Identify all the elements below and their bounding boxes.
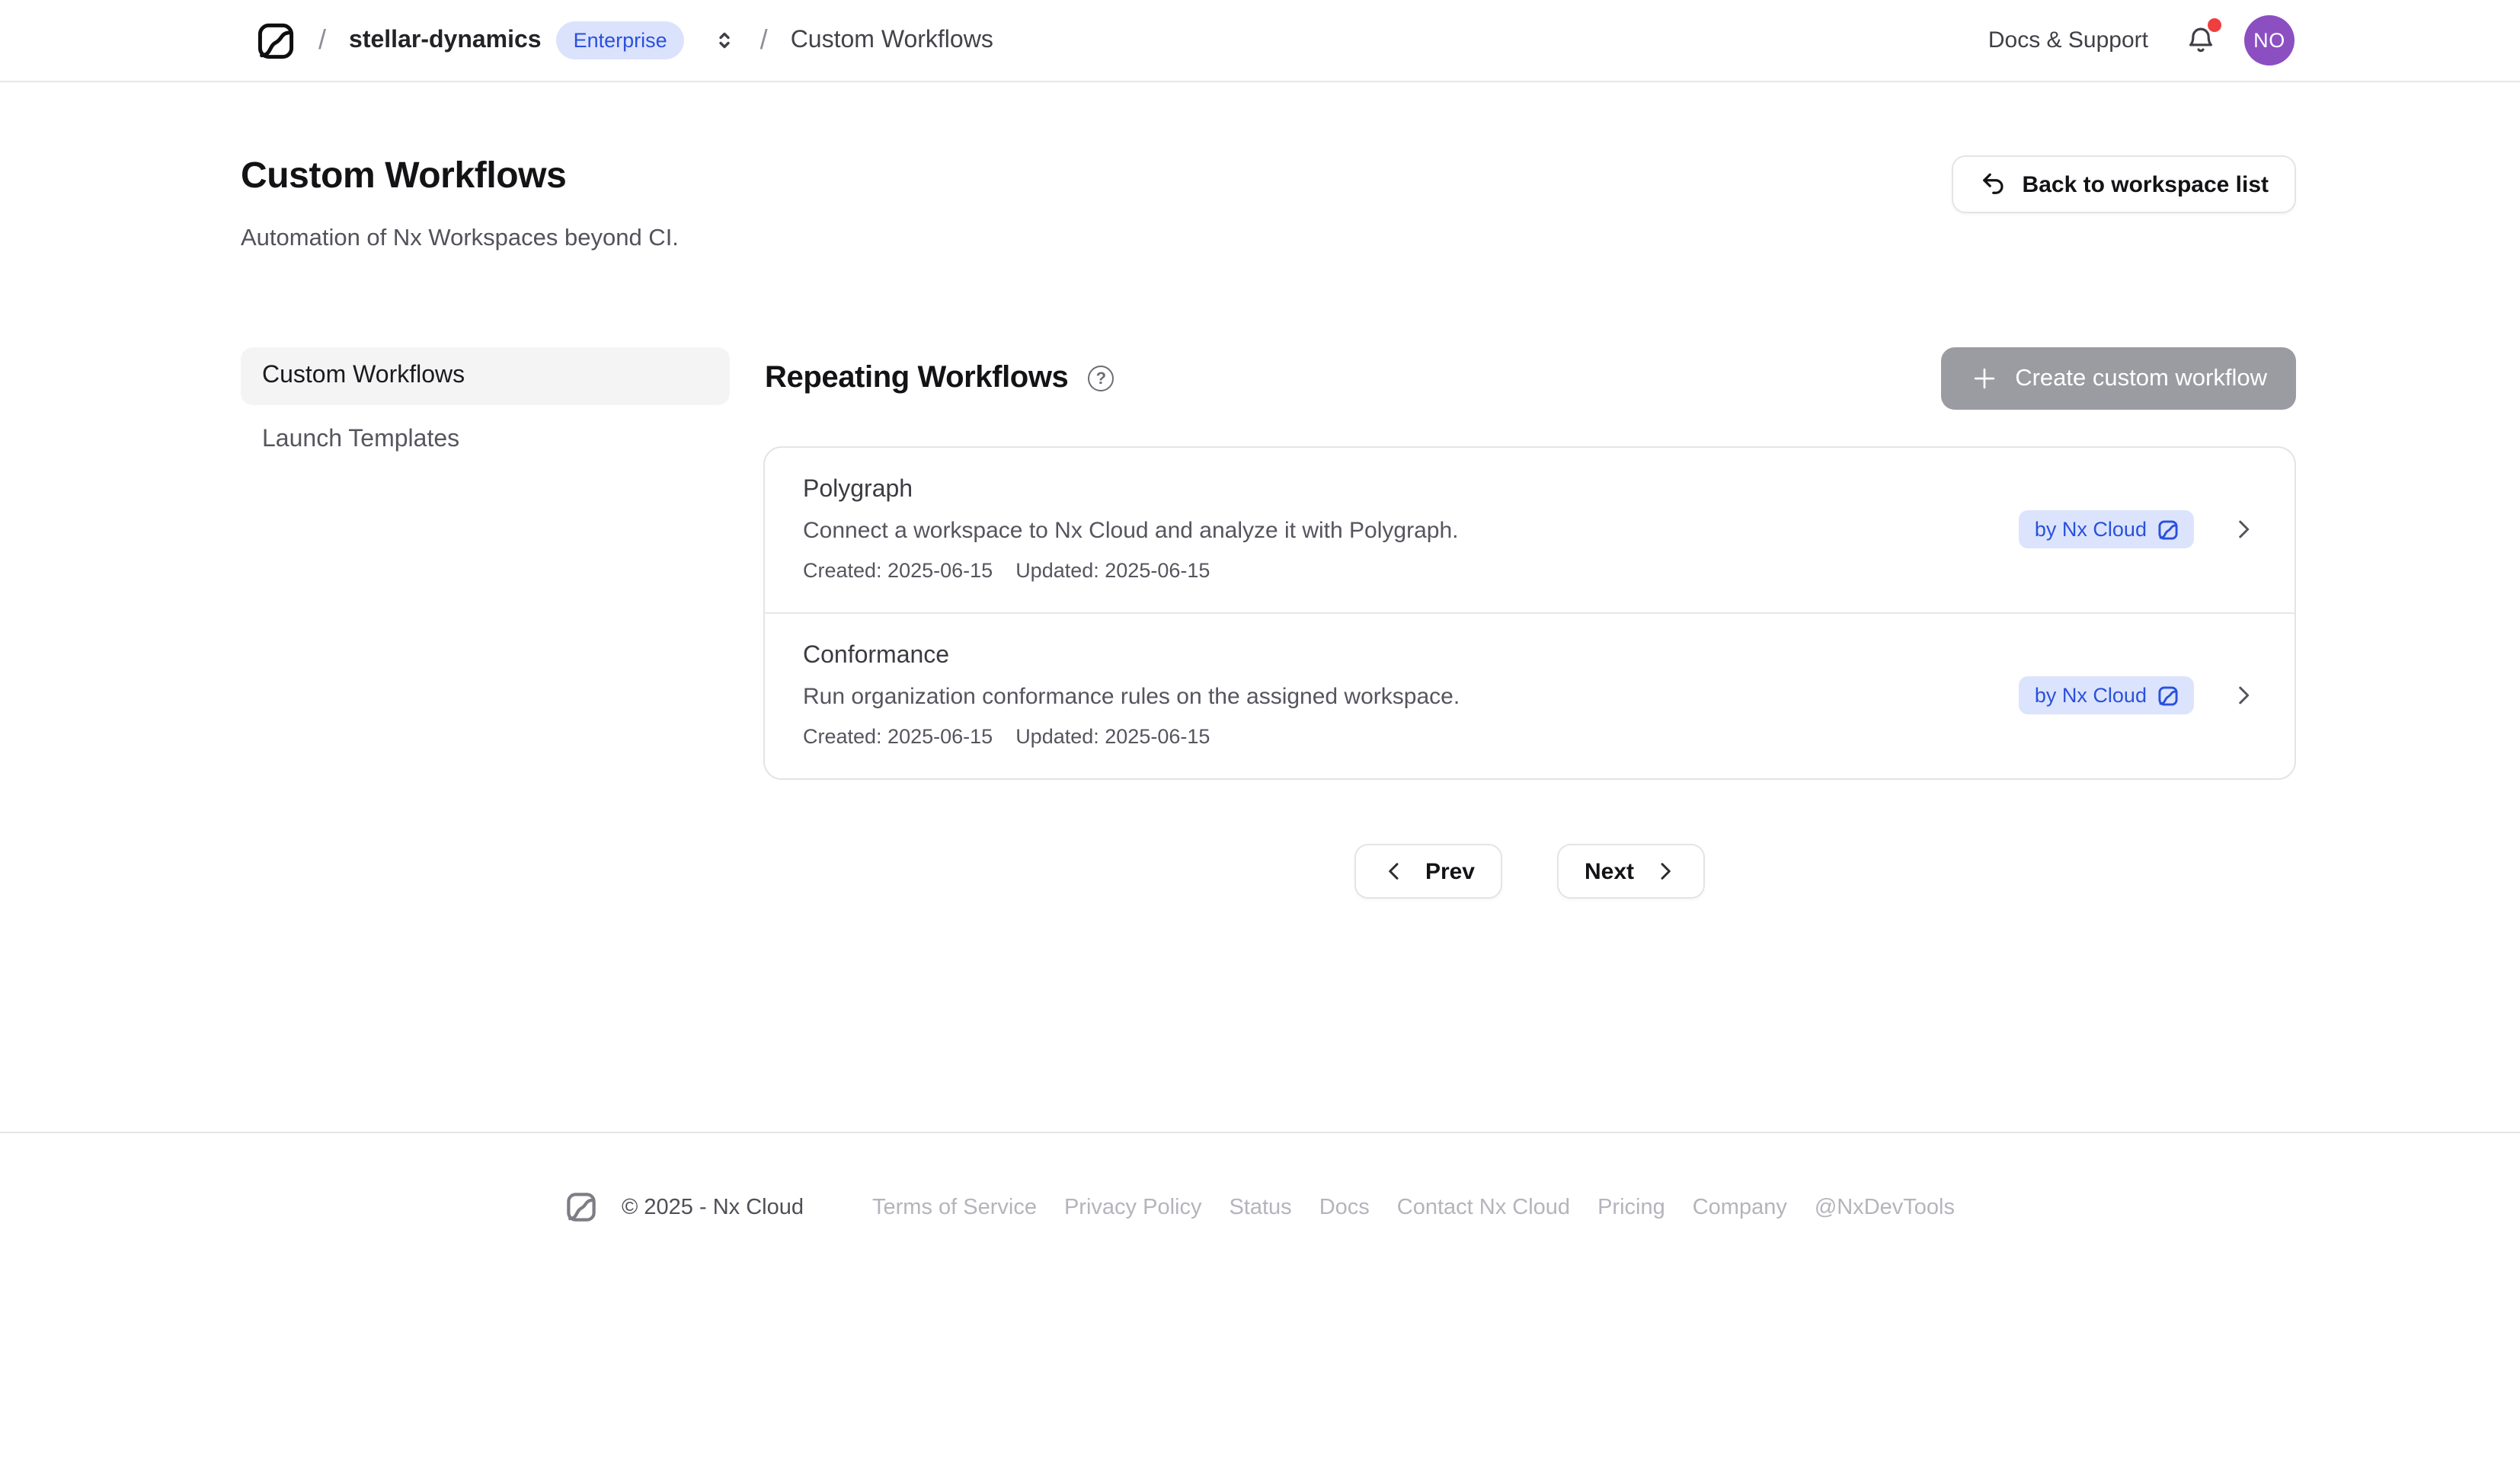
navbar-actions: Docs & Support NO [1988, 15, 2295, 65]
workflow-created: Created: 2025-06-15 [803, 725, 993, 748]
page-subtitle: Automation of Nx Workspaces beyond CI. [241, 225, 679, 253]
back-to-workspace-list-button[interactable]: Back to workspace list [1952, 155, 2296, 213]
page-container: Custom Workflows Automation of Nx Worksp… [241, 155, 2296, 899]
workflow-row-conformance[interactable]: Conformance Run organization conformance… [765, 612, 2295, 778]
footer-link-pricing[interactable]: Pricing [1597, 1195, 1665, 1219]
breadcrumb: / stellar-dynamics Enterprise / Custom W… [256, 21, 993, 60]
page-footer: © 2025 - Nx Cloud Terms of Service Priva… [0, 1191, 2520, 1223]
section-title-group: Repeating Workflows ? [763, 361, 1114, 396]
by-nx-cloud-badge[interactable]: by Nx Cloud [2020, 676, 2194, 714]
workflow-title: Conformance [803, 643, 1460, 670]
back-button-label: Back to workspace list [2023, 171, 2269, 197]
workflow-dates: Created: 2025-06-15 Updated: 2025-06-15 [803, 559, 1458, 582]
workflow-description: Connect a workspace to Nx Cloud and anal… [803, 518, 1458, 544]
chevron-right-icon [2231, 682, 2256, 708]
notifications-button[interactable] [2185, 24, 2217, 56]
sidebar-item-launch-templates[interactable]: Launch Templates [241, 411, 730, 469]
badge-label: by Nx Cloud [2035, 518, 2147, 541]
nx-logo-icon [565, 1191, 597, 1223]
workflow-updated: Updated: 2025-06-15 [1015, 559, 1210, 582]
workspace-switcher-button[interactable] [712, 27, 737, 53]
workflow-description: Run organization conformance rules on th… [803, 684, 1460, 710]
content-area: Custom Workflows Launch Templates Repeat… [241, 347, 2296, 899]
section-title: Repeating Workflows [765, 361, 1068, 396]
nx-logo-icon [2157, 519, 2179, 540]
workflow-created: Created: 2025-06-15 [803, 559, 993, 582]
prev-page-button[interactable]: Prev [1355, 844, 1502, 899]
chevrons-up-down-icon [712, 27, 737, 53]
footer-link-privacy[interactable]: Privacy Policy [1064, 1195, 1202, 1219]
workflow-row-text: Conformance Run organization conformance… [803, 643, 1460, 748]
page-header-text: Custom Workflows Automation of Nx Worksp… [241, 155, 679, 253]
footer-link-contact[interactable]: Contact Nx Cloud [1397, 1195, 1570, 1219]
app-viewport: / stellar-dynamics Enterprise / Custom W… [0, 0, 2520, 1479]
footer-link-status[interactable]: Status [1229, 1195, 1291, 1219]
pagination: Prev Next [763, 844, 2296, 899]
undo-arrow-icon [1980, 171, 2007, 198]
page-title: Custom Workflows [241, 155, 679, 198]
create-custom-workflow-button[interactable]: Create custom workflow [1940, 347, 2296, 410]
footer-link-nxdevtools[interactable]: @NxDevTools [1815, 1195, 1955, 1219]
workflow-dates: Created: 2025-06-15 Updated: 2025-06-15 [803, 725, 1460, 748]
chevron-right-icon [1652, 859, 1677, 883]
badge-label: by Nx Cloud [2035, 684, 2147, 707]
by-nx-cloud-badge[interactable]: by Nx Cloud [2020, 510, 2194, 548]
create-button-label: Create custom workflow [2015, 365, 2267, 392]
docs-support-link[interactable]: Docs & Support [1988, 27, 2148, 53]
footer-link-company[interactable]: Company [1693, 1195, 1787, 1219]
footer-link-terms[interactable]: Terms of Service [872, 1195, 1037, 1219]
workflow-list: Polygraph Connect a workspace to Nx Clou… [763, 446, 2296, 780]
next-label: Next [1585, 858, 1634, 884]
chevron-left-icon [1383, 859, 1407, 883]
workflow-title: Polygraph [803, 477, 1458, 504]
workspace-name[interactable]: stellar-dynamics [349, 27, 542, 54]
breadcrumb-current-page: Custom Workflows [791, 27, 993, 54]
section-header: Repeating Workflows ? Create custom work… [763, 347, 2296, 410]
nx-logo-icon[interactable] [256, 21, 296, 60]
sidebar-item-custom-workflows[interactable]: Custom Workflows [241, 347, 730, 405]
prev-label: Prev [1425, 858, 1475, 884]
workflow-row-meta: by Nx Cloud [2020, 510, 2256, 548]
question-help-icon[interactable]: ? [1088, 366, 1114, 391]
user-avatar[interactable]: NO [2244, 15, 2295, 65]
plus-icon [1969, 364, 1998, 393]
footer-divider [0, 1132, 2520, 1133]
next-page-button[interactable]: Next [1557, 844, 1704, 899]
plan-badge: Enterprise [557, 21, 684, 60]
footer-link-docs[interactable]: Docs [1319, 1195, 1370, 1219]
footer-links: Terms of Service Privacy Policy Status D… [872, 1195, 1955, 1219]
nx-logo-icon [2157, 685, 2179, 706]
breadcrumb-separator: / [318, 24, 326, 56]
workflow-row-meta: by Nx Cloud [2020, 676, 2256, 714]
notification-dot [2208, 18, 2221, 32]
main-column: Repeating Workflows ? Create custom work… [763, 347, 2296, 899]
copyright-text: © 2025 - Nx Cloud [622, 1195, 804, 1219]
workflow-row-polygraph[interactable]: Polygraph Connect a workspace to Nx Clou… [765, 448, 2295, 612]
top-navbar: / stellar-dynamics Enterprise / Custom W… [0, 0, 2520, 82]
breadcrumb-separator: / [760, 24, 768, 56]
workflow-updated: Updated: 2025-06-15 [1015, 725, 1210, 748]
workflow-row-text: Polygraph Connect a workspace to Nx Clou… [803, 477, 1458, 582]
settings-sidebar: Custom Workflows Launch Templates [241, 347, 730, 899]
page-header: Custom Workflows Automation of Nx Worksp… [241, 155, 2296, 253]
chevron-right-icon [2231, 516, 2256, 542]
